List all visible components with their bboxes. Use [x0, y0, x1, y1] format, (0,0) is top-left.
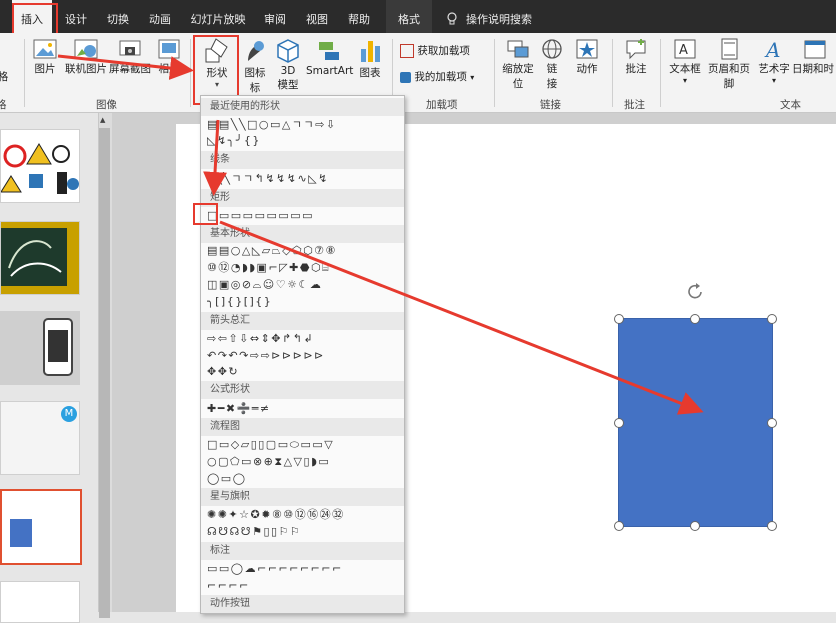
arrow-shapes-to-rectangle — [203, 119, 228, 196]
arrow-rectangle-to-slide — [219, 220, 704, 415]
arrow-insert-to-shapes — [57, 54, 194, 81]
annotation-arrows — [57, 54, 704, 415]
